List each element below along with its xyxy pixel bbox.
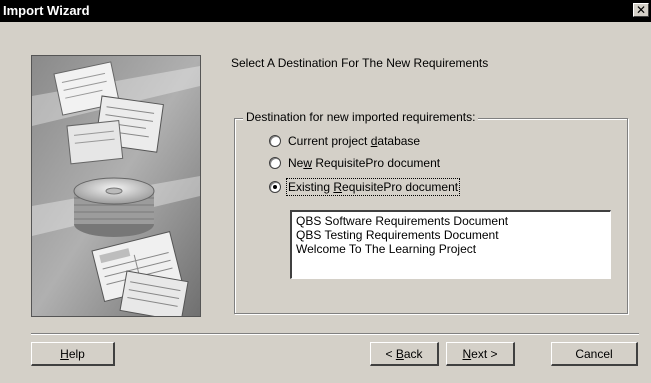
back-button-label: < Back: [385, 346, 423, 361]
next-button[interactable]: Next >: [446, 342, 515, 366]
radio-button-selected-icon: [269, 181, 281, 193]
list-item[interactable]: QBS Software Requirements Document: [296, 214, 606, 228]
radio-current-project-database[interactable]: Current project database: [269, 133, 420, 149]
radio-label: New RequisitePro document: [288, 156, 441, 170]
step-heading: Select A Destination For The New Require…: [231, 56, 489, 70]
radio-existing-requisitepro-document[interactable]: Existing RequisitePro document: [269, 178, 461, 196]
cancel-button-label: Cancel: [575, 346, 613, 361]
title-bar: Import Wizard ✕: [0, 0, 651, 22]
radio-button-icon: [269, 157, 281, 169]
radio-label: Current project database: [288, 134, 421, 148]
cancel-button[interactable]: Cancel: [551, 342, 638, 366]
next-button-label: Next >: [462, 346, 498, 361]
window-title: Import Wizard: [3, 3, 90, 18]
close-button[interactable]: ✕: [633, 3, 649, 17]
radio-label: Existing RequisitePro document: [285, 178, 461, 196]
list-item[interactable]: Welcome To The Learning Project: [296, 242, 606, 256]
documents-cd-illustration: [32, 56, 200, 316]
radio-new-requisitepro-document[interactable]: New RequisitePro document: [269, 155, 440, 171]
radio-button-icon: [269, 135, 281, 147]
import-wizard-dialog: Import Wizard ✕ Select A Destination For…: [0, 0, 651, 383]
back-button[interactable]: < Back: [370, 342, 439, 366]
help-button[interactable]: Help: [31, 342, 115, 366]
existing-documents-listbox[interactable]: QBS Software Requirements Document QBS T…: [290, 210, 611, 279]
wizard-illustration: [31, 55, 201, 317]
destination-group-label: Destination for new imported requirement…: [243, 110, 479, 124]
list-item[interactable]: QBS Testing Requirements Document: [296, 228, 606, 242]
help-button-label: Help: [60, 346, 85, 361]
close-icon: ✕: [635, 3, 647, 17]
footer-separator: [31, 333, 639, 335]
